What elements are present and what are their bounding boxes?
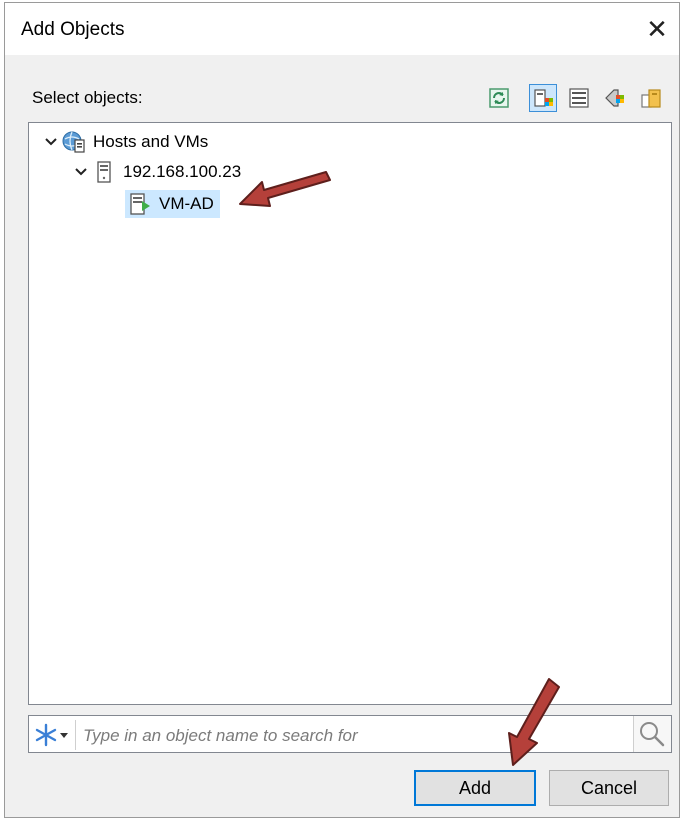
tree-node-label: VM-AD — [159, 194, 214, 213]
datastores-view-button[interactable] — [637, 84, 665, 112]
chevron-down-icon[interactable] — [71, 162, 91, 182]
tags-view-icon — [605, 89, 624, 107]
asterisk-icon — [35, 723, 68, 747]
server-icon — [97, 161, 111, 183]
tags-view-button[interactable] — [601, 84, 629, 112]
hosts-and-vms-icon — [62, 131, 85, 153]
selection-highlight: VM-AD — [125, 190, 220, 218]
refresh-icon — [489, 88, 509, 108]
annotation-arrow-vm — [239, 171, 331, 207]
title-bar: Add Objects ✕ — [5, 3, 679, 55]
annotation-arrow-add — [508, 678, 560, 766]
add-button[interactable]: Add — [414, 770, 536, 806]
search-divider — [75, 720, 76, 750]
search-icon — [640, 722, 665, 747]
search-box — [28, 715, 672, 753]
add-objects-dialog: Add Objects ✕ Select objects: Hosts and … — [4, 2, 680, 818]
select-objects-label: Select objects: — [32, 88, 143, 107]
refresh-button[interactable] — [485, 84, 513, 112]
chevron-down-icon[interactable] — [41, 132, 61, 152]
object-tree[interactable]: Hosts and VMs 192.168.100.23 VM-AD — [28, 122, 672, 705]
search-type-dropdown[interactable] — [33, 722, 73, 748]
tree-node-vm-ad[interactable]: VM-AD — [125, 190, 220, 218]
search-button[interactable] — [633, 716, 671, 752]
close-icon[interactable]: ✕ — [637, 11, 677, 47]
hosts-and-clusters-view-icon — [534, 89, 553, 107]
dialog-title: Add Objects — [21, 19, 125, 40]
cancel-button[interactable]: Cancel — [549, 770, 669, 806]
tree-node-label: Hosts and VMs — [93, 132, 209, 151]
tree-node-label: 192.168.100.23 — [123, 162, 242, 181]
datastores-view-icon — [641, 89, 661, 108]
vms-and-templates-view-icon — [569, 88, 589, 108]
vm-icon — [130, 193, 150, 215]
tree-node-hosts-and-vms[interactable]: Hosts and VMs — [41, 128, 208, 156]
hosts-and-clusters-view-button[interactable] — [529, 84, 557, 112]
tree-node-host[interactable]: 192.168.100.23 — [71, 158, 241, 186]
vms-and-templates-view-button[interactable] — [565, 84, 593, 112]
view-toolbar — [477, 82, 673, 114]
